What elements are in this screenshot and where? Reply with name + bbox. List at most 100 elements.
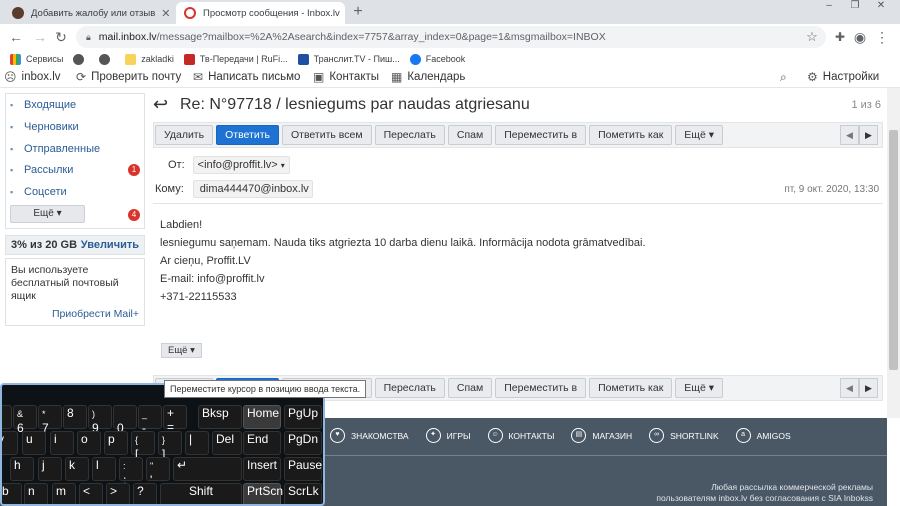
key[interactable]: y: [2, 431, 18, 455]
forward-button[interactable]: Переслать: [374, 125, 445, 145]
key-pgdn[interactable]: PgDn: [284, 431, 322, 455]
search-icon[interactable]: ⌕: [780, 70, 792, 85]
key[interactable]: m: [52, 483, 76, 504]
prev-message-icon[interactable]: ◀: [840, 378, 859, 398]
key[interactable]: h: [10, 457, 34, 481]
page-scrollbar[interactable]: [887, 88, 900, 418]
key-del[interactable]: Del: [212, 431, 242, 455]
reload-icon[interactable]: ↻: [53, 28, 69, 46]
key-pause[interactable]: Pause: [284, 457, 322, 481]
extensions-icon[interactable]: ✚: [832, 28, 848, 46]
next-message-icon[interactable]: ▶: [859, 125, 878, 145]
key[interactable]: >: [106, 483, 130, 504]
key-enter[interactable]: ↵: [173, 457, 242, 481]
footer-link-shop[interactable]: ▤ МАГАЗИН: [571, 428, 632, 443]
mark-as-button[interactable]: Пометить как: [589, 378, 673, 398]
bookmark-facebook[interactable]: Facebook: [409, 53, 465, 65]
bookmark-zakladki[interactable]: zakladki: [125, 53, 174, 65]
key-prtscn[interactable]: PrtScn: [243, 483, 283, 504]
forward-button[interactable]: Переслать: [374, 378, 445, 398]
browser-tab[interactable]: Добавить жалобу или отзыв ✕: [4, 2, 175, 24]
close-tab-icon[interactable]: ✕: [155, 7, 170, 20]
sender-address[interactable]: <info@proffit.lv> ▾: [192, 156, 290, 174]
key-scrlk[interactable]: ScrLk: [284, 483, 322, 504]
profile-avatar-icon[interactable]: ◉: [852, 28, 868, 46]
key[interactable]: u: [22, 431, 46, 455]
key[interactable]: 0: [113, 405, 137, 435]
reply-button[interactable]: Ответить: [216, 125, 279, 145]
settings-link[interactable]: ⚙ Настройки: [807, 70, 879, 84]
key[interactable]: o: [77, 431, 101, 455]
browser-tab-active[interactable]: Просмотр сообщения - Inbox.lv ✕: [176, 2, 345, 24]
footer-link-dating[interactable]: ♥ ЗНАКОМСТВА: [330, 428, 409, 443]
sidebar-more-button[interactable]: Ещё ▾: [10, 205, 85, 223]
key-backspace[interactable]: Bksp: [198, 405, 242, 429]
buy-mail-plus-link[interactable]: Приобрести Mail+: [52, 308, 139, 321]
prev-message-icon[interactable]: ◀: [840, 125, 859, 145]
recipient-address[interactable]: dima444470@inbox.lv: [192, 180, 313, 198]
address-bar[interactable]: 🔒︎ mail.inbox.lv/message?mailbox=%2A%2As…: [76, 26, 826, 48]
key[interactable]: * 7: [38, 405, 62, 435]
key-insert[interactable]: Insert: [243, 457, 281, 481]
window-close-icon[interactable]: ✕: [870, 0, 892, 14]
footer-link-shortlink[interactable]: ∞ SHORTLINK: [649, 428, 719, 443]
key[interactable]: " ': [146, 457, 170, 487]
footer-link-games[interactable]: ✦ ИГРЫ: [425, 428, 471, 443]
mark-as-button[interactable]: Пометить как: [589, 125, 673, 145]
next-message-icon[interactable]: ▶: [859, 378, 878, 398]
bookmark-apps[interactable]: Сервисы: [10, 53, 63, 65]
spam-button[interactable]: Спам: [447, 378, 493, 398]
browser-menu-icon[interactable]: ⋮: [874, 28, 890, 46]
key[interactable]: j: [38, 457, 62, 481]
key[interactable]: {[: [131, 431, 155, 461]
sidebar-item-social[interactable]: ▪ Соцсети: [10, 186, 67, 198]
contacts-link[interactable]: ▣ Контакты: [313, 70, 379, 84]
spam-button[interactable]: Спам: [447, 125, 493, 145]
upgrade-link[interactable]: Увеличить: [81, 239, 139, 251]
bookmark-globe-2[interactable]: [99, 53, 115, 65]
key[interactable]: }]: [158, 431, 182, 461]
move-to-button[interactable]: Переместить в: [495, 125, 587, 145]
check-mail-link[interactable]: ⟳ Проверить почту: [76, 70, 181, 84]
key[interactable]: p: [104, 431, 128, 455]
forward-icon[interactable]: →: [32, 28, 48, 46]
sidebar-item-newsletters[interactable]: ▪ Рассылки: [10, 164, 73, 176]
key[interactable]: l: [92, 457, 116, 481]
footer-link-contacts[interactable]: ☺ КОНТАКТЫ: [487, 428, 554, 443]
key[interactable]: k: [65, 457, 89, 481]
sidebar-item-sent[interactable]: ▪ Отправленные: [10, 143, 100, 155]
back-icon[interactable]: ←: [8, 28, 24, 46]
inbox-logo[interactable]: ☹ inbox.lv: [4, 70, 61, 84]
delete-button[interactable]: Удалить: [155, 125, 214, 145]
bookmark-translit[interactable]: Транслит.TV - Пиш...: [297, 53, 400, 65]
key-shift[interactable]: Shift: [160, 483, 242, 504]
key[interactable]: ^: [2, 405, 12, 429]
key[interactable]: _ -: [138, 405, 162, 435]
scrollbar-thumb[interactable]: [889, 130, 898, 370]
body-line[interactable]: E-mail: info@proffit.lv: [160, 270, 646, 288]
more-actions-button[interactable]: Ещё ▾: [675, 378, 723, 398]
show-more-button[interactable]: Ещё ▾: [161, 343, 202, 358]
key[interactable]: <: [79, 483, 103, 504]
footer-link-amigos[interactable]: a AMIGOS: [735, 428, 791, 443]
bookmark-star-icon[interactable]: ☆: [804, 28, 820, 46]
new-tab-button[interactable]: +: [348, 3, 368, 21]
compose-link[interactable]: ✉ Написать письмо: [193, 70, 300, 84]
key-home[interactable]: Home: [243, 405, 281, 429]
bookmark-globe-1[interactable]: [73, 53, 89, 65]
bookmark-tv[interactable]: Тв-Передачи | RuFi...: [183, 53, 288, 65]
sidebar-item-inbox[interactable]: ▪ Входящие: [10, 99, 76, 111]
key[interactable]: ) 9: [88, 405, 112, 435]
key[interactable]: |: [185, 431, 209, 455]
reply-all-button[interactable]: Ответить всем: [281, 125, 372, 145]
key[interactable]: ?: [133, 483, 157, 504]
key[interactable]: :;: [119, 457, 143, 487]
sidebar-item-drafts[interactable]: ▪ Черновики: [10, 121, 79, 133]
minimize-icon[interactable]: –: [818, 0, 840, 14]
key-end[interactable]: End: [243, 431, 281, 455]
move-to-button[interactable]: Переместить в: [495, 378, 587, 398]
restore-icon[interactable]: ❐: [844, 0, 866, 14]
key[interactable]: & 6: [13, 405, 37, 435]
key[interactable]: b: [2, 483, 22, 504]
key[interactable]: 8: [63, 405, 87, 429]
